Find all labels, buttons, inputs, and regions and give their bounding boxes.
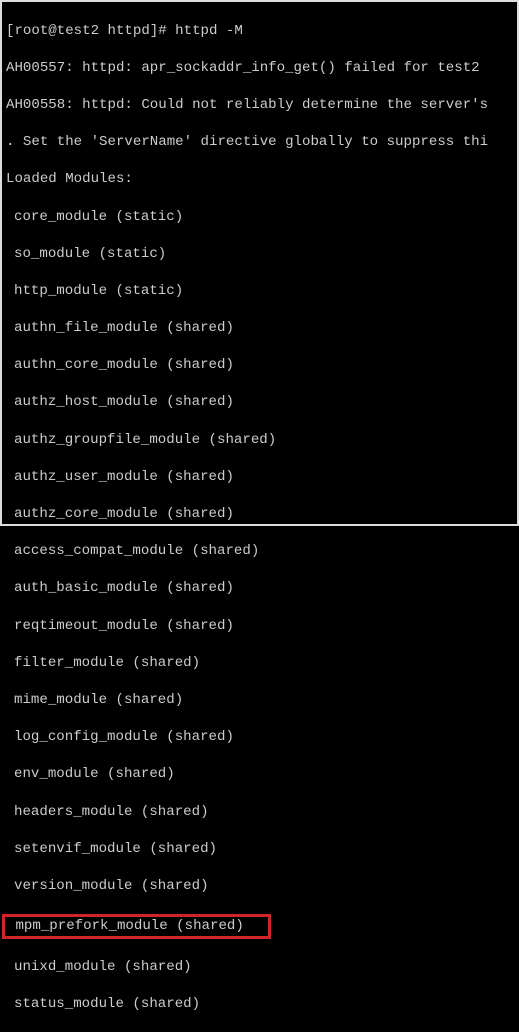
error-line: AH00557: httpd: apr_sockaddr_info_get() … [6,59,513,78]
module-entry: log_config_module (shared) [6,728,513,747]
prompt-line: [root@test2 httpd]# httpd -M [6,22,513,41]
module-entry: authz_host_module (shared) [6,393,513,412]
module-entry: authz_user_module (shared) [6,468,513,487]
loaded-modules-header: Loaded Modules: [6,170,513,189]
module-entry: filter_module (shared) [6,654,513,673]
module-entry: mpm_prefork_module (shared) [15,918,243,934]
module-entry: authz_groupfile_module (shared) [6,431,513,450]
module-entry: authn_file_module (shared) [6,319,513,338]
module-entry: core_module (static) [6,208,513,227]
module-entry: headers_module (shared) [6,803,513,822]
error-line: . Set the 'ServerName' directive globall… [6,133,513,152]
module-entry: env_module (shared) [6,765,513,784]
module-entry: reqtimeout_module (shared) [6,617,513,636]
module-entry: setenvif_module (shared) [6,840,513,859]
module-entry: so_module (static) [6,245,513,264]
error-line: AH00558: httpd: Could not reliably deter… [6,96,513,115]
module-entry: auth_basic_module (shared) [6,579,513,598]
module-entry: unixd_module (shared) [6,958,513,977]
module-entry: authn_core_module (shared) [6,356,513,375]
highlighted-module-row: mpm_prefork_module (shared) [6,914,513,939]
module-entry: status_module (shared) [6,995,513,1014]
module-entry: authz_core_module (shared) [6,505,513,524]
module-entry: http_module (static) [6,282,513,301]
module-entry: mime_module (shared) [6,691,513,710]
module-entry: version_module (shared) [6,877,513,896]
highlight-marker: mpm_prefork_module (shared) [2,914,271,939]
module-entry: access_compat_module (shared) [6,542,513,561]
terminal-output: [root@test2 httpd]# httpd -M AH00557: ht… [2,2,517,1032]
